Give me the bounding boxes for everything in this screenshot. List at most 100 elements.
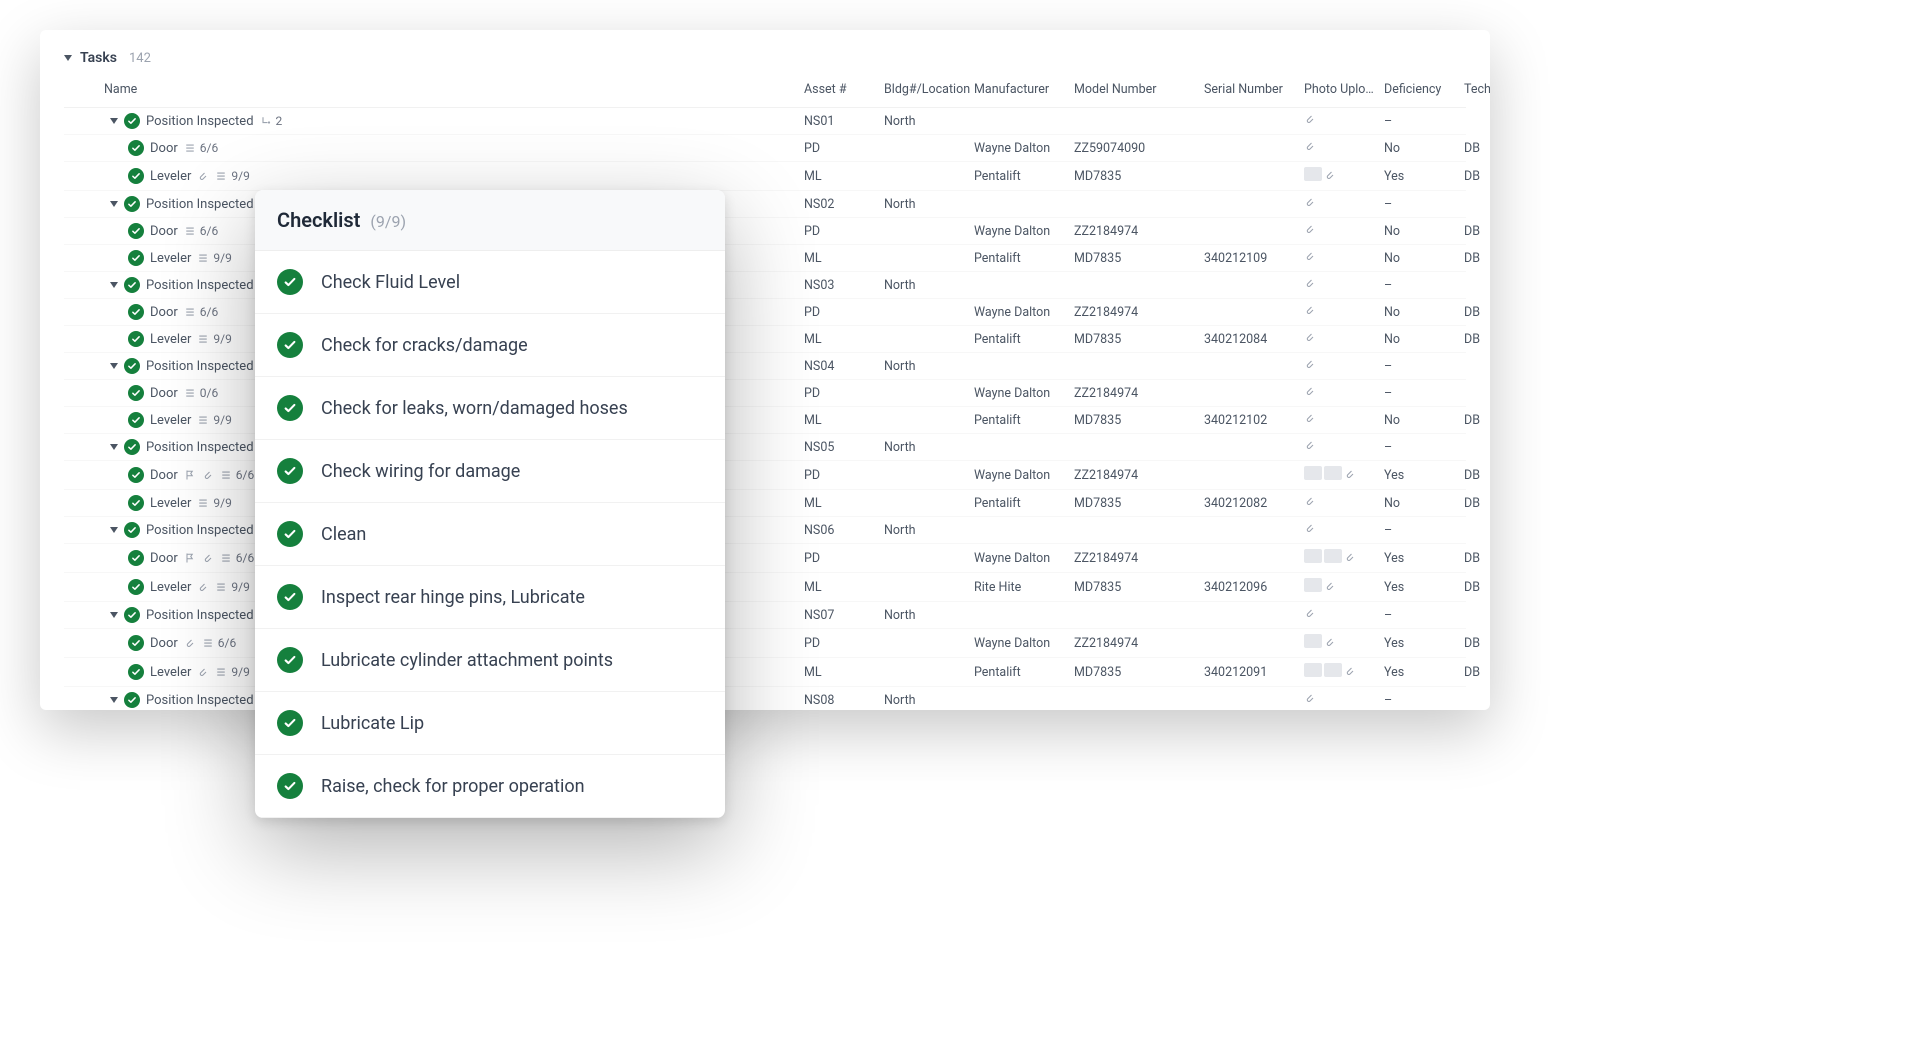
paperclip-icon[interactable] [1304, 412, 1316, 424]
col-location[interactable]: Bldg#/Location [884, 82, 974, 97]
photo-cell[interactable] [1304, 140, 1384, 156]
checkmark-icon[interactable] [128, 635, 144, 651]
checklist-item[interactable]: Raise, check for proper operation [255, 755, 725, 818]
col-photo[interactable]: Photo Uplo… [1304, 82, 1384, 97]
chevron-down-icon[interactable] [110, 201, 118, 207]
photo-cell[interactable] [1304, 358, 1384, 374]
photo-cell[interactable] [1304, 607, 1384, 623]
checkmark-icon[interactable] [124, 277, 140, 293]
chevron-down-icon[interactable] [110, 697, 118, 703]
checkmark-icon[interactable] [277, 458, 303, 484]
checkmark-icon[interactable] [128, 250, 144, 266]
paperclip-icon[interactable] [1304, 385, 1316, 397]
photo-thumb[interactable] [1304, 466, 1322, 480]
col-deficiency[interactable]: Deficiency [1384, 82, 1464, 97]
chevron-down-icon[interactable] [110, 363, 118, 369]
paperclip-icon[interactable] [1344, 665, 1356, 677]
photo-thumb[interactable] [1304, 634, 1322, 648]
checklist-item[interactable]: Lubricate Lip [255, 692, 725, 755]
photo-cell[interactable] [1304, 331, 1384, 347]
paperclip-icon[interactable] [1304, 439, 1316, 451]
paperclip-icon[interactable] [1304, 140, 1316, 152]
checkmark-icon[interactable] [124, 692, 140, 708]
paperclip-icon[interactable] [1304, 331, 1316, 343]
paperclip-icon[interactable] [1324, 169, 1336, 181]
photo-thumb[interactable] [1304, 663, 1322, 677]
photo-thumb[interactable] [1324, 663, 1342, 677]
paperclip-icon[interactable] [1344, 551, 1356, 563]
photo-cell[interactable] [1304, 113, 1384, 129]
checkmark-icon[interactable] [128, 331, 144, 347]
checkmark-icon[interactable] [128, 467, 144, 483]
chevron-down-icon[interactable] [64, 55, 72, 61]
col-name[interactable]: Name [104, 82, 804, 97]
checkmark-icon[interactable] [277, 332, 303, 358]
name-cell[interactable]: Position Inspected2 [104, 113, 804, 129]
paperclip-icon[interactable] [1304, 304, 1316, 316]
photo-cell[interactable] [1304, 250, 1384, 266]
photo-cell[interactable] [1304, 223, 1384, 239]
photo-cell[interactable] [1304, 578, 1384, 596]
checkmark-icon[interactable] [128, 579, 144, 595]
col-asset[interactable]: Asset # [804, 82, 884, 97]
paperclip-icon[interactable] [1304, 358, 1316, 370]
checklist-item[interactable]: Clean [255, 503, 725, 566]
photo-cell[interactable] [1304, 277, 1384, 293]
checkmark-icon[interactable] [277, 584, 303, 610]
col-serial[interactable]: Serial Number [1204, 82, 1304, 97]
checkmark-icon[interactable] [128, 140, 144, 156]
photo-cell[interactable] [1304, 663, 1384, 681]
table-row[interactable]: Position Inspected2NS01North– [64, 108, 1466, 135]
checkmark-icon[interactable] [124, 522, 140, 538]
photo-thumb[interactable] [1304, 578, 1322, 592]
photo-cell[interactable] [1304, 439, 1384, 455]
checkmark-icon[interactable] [124, 196, 140, 212]
checklist-item[interactable]: Check for leaks, worn/damaged hoses [255, 377, 725, 440]
paperclip-icon[interactable] [1324, 636, 1336, 648]
chevron-down-icon[interactable] [110, 612, 118, 618]
table-row[interactable]: Leveler 9/9MLPentaliftMD7835YesDB [64, 162, 1466, 191]
checkmark-icon[interactable] [128, 495, 144, 511]
col-manufacturer[interactable]: Manufacturer [974, 82, 1074, 97]
photo-cell[interactable] [1304, 495, 1384, 511]
checkmark-icon[interactable] [124, 439, 140, 455]
checkmark-icon[interactable] [128, 385, 144, 401]
paperclip-icon[interactable] [1304, 692, 1316, 704]
photo-cell[interactable] [1304, 196, 1384, 212]
col-tech[interactable]: Tech Initials [1464, 82, 1490, 97]
checkmark-icon[interactable] [124, 358, 140, 374]
photo-cell[interactable] [1304, 522, 1384, 538]
photo-thumb[interactable] [1304, 167, 1322, 181]
checklist-item[interactable]: Check for cracks/damage [255, 314, 725, 377]
paperclip-icon[interactable] [1304, 223, 1316, 235]
checklist-item[interactable]: Inspect rear hinge pins, Lubricate [255, 566, 725, 629]
checkmark-icon[interactable] [277, 773, 303, 799]
checkmark-icon[interactable] [128, 664, 144, 680]
checkmark-icon[interactable] [128, 550, 144, 566]
checkmark-icon[interactable] [277, 521, 303, 547]
photo-cell[interactable] [1304, 304, 1384, 320]
chevron-down-icon[interactable] [110, 118, 118, 124]
section-header[interactable]: Tasks 142 [64, 50, 1466, 66]
photo-cell[interactable] [1304, 466, 1384, 484]
checkmark-icon[interactable] [277, 647, 303, 673]
checkmark-icon[interactable] [128, 168, 144, 184]
photo-cell[interactable] [1304, 549, 1384, 567]
paperclip-icon[interactable] [1304, 607, 1316, 619]
checkmark-icon[interactable] [277, 269, 303, 295]
photo-thumb[interactable] [1324, 466, 1342, 480]
checkmark-icon[interactable] [128, 412, 144, 428]
photo-cell[interactable] [1304, 692, 1384, 708]
paperclip-icon[interactable] [1304, 113, 1316, 125]
paperclip-icon[interactable] [1304, 522, 1316, 534]
checklist-item[interactable]: Lubricate cylinder attachment points [255, 629, 725, 692]
photo-cell[interactable] [1304, 385, 1384, 401]
checkmark-icon[interactable] [124, 113, 140, 129]
paperclip-icon[interactable] [1304, 495, 1316, 507]
photo-thumb[interactable] [1304, 549, 1322, 563]
paperclip-icon[interactable] [1304, 250, 1316, 262]
photo-cell[interactable] [1304, 634, 1384, 652]
name-cell[interactable]: Door6/6 [104, 140, 804, 156]
checkmark-icon[interactable] [277, 395, 303, 421]
chevron-down-icon[interactable] [110, 527, 118, 533]
